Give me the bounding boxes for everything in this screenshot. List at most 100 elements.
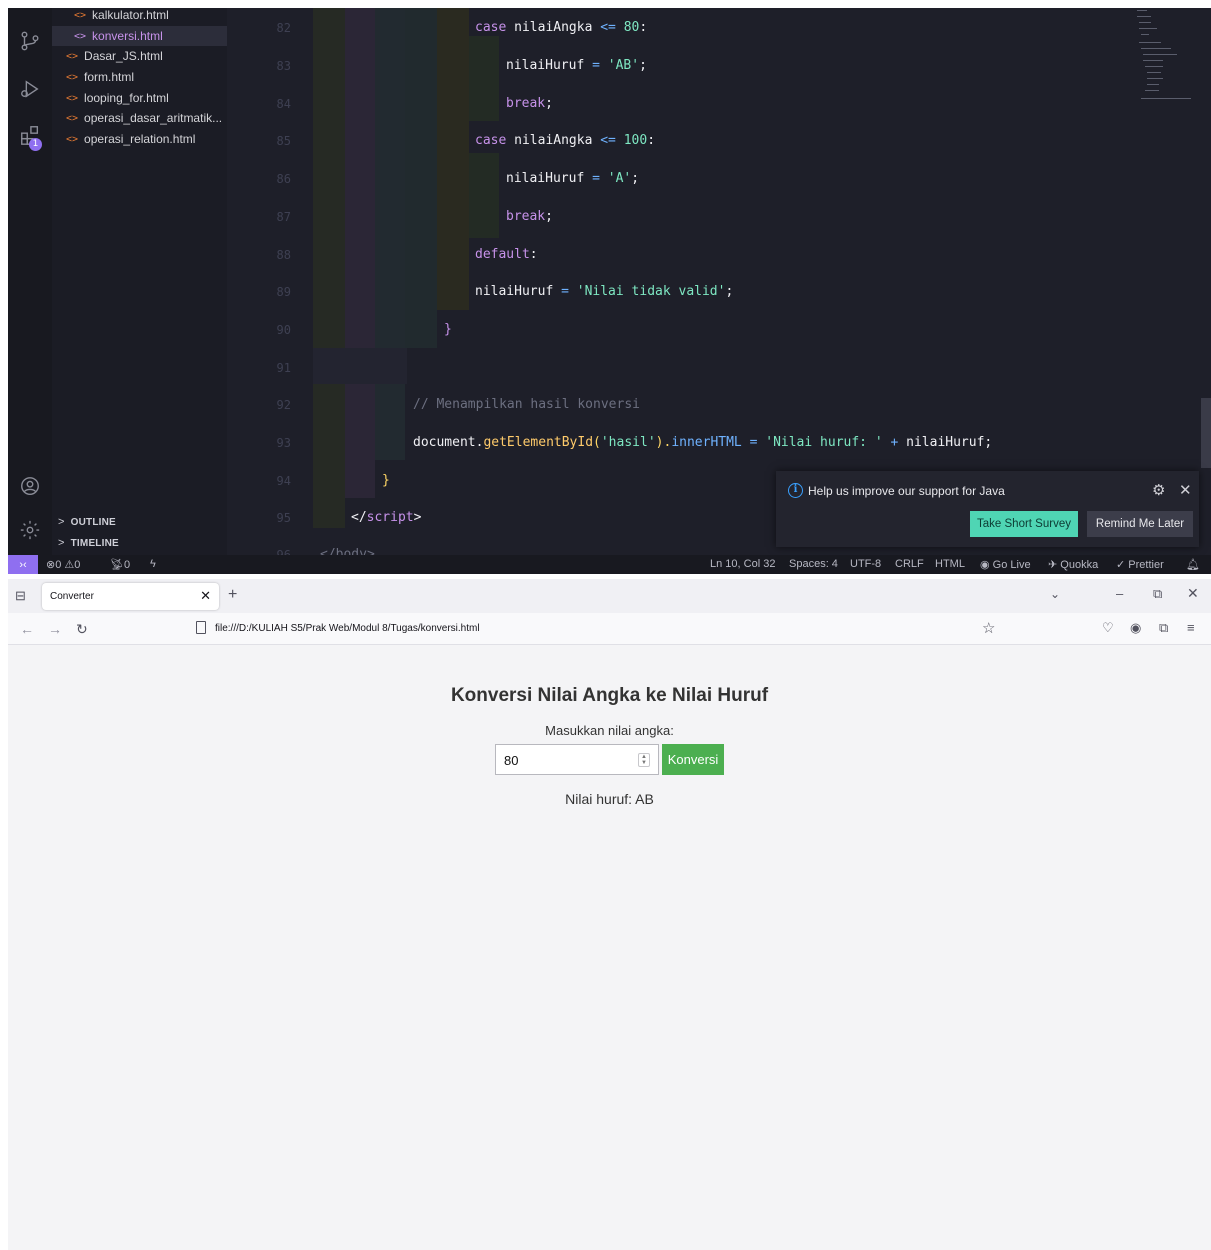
notifications-bell-icon[interactable]: 🔔︎ [1186, 558, 1200, 571]
code-token: : [647, 133, 656, 148]
go-live-button[interactable]: ◉ Go Live [980, 558, 1031, 571]
indentation-indicator[interactable]: Spaces: 4 [789, 558, 838, 570]
quokka-button[interactable]: ✈ Quokka [1048, 558, 1098, 571]
indent-guide [469, 153, 499, 238]
file-item-looping-for[interactable]: <> looping_for.html [52, 88, 227, 108]
file-label: operasi_dasar_aritmatik... [84, 111, 223, 125]
code-line-88: default: [475, 247, 538, 262]
code-line-92: // Menampilkan hasil konversi [413, 397, 640, 412]
input-value: 80 [504, 753, 519, 768]
close-icon[interactable]: ✕ [200, 588, 211, 604]
html-file-icon: <> [66, 112, 79, 124]
quokka-label: Quokka [1060, 559, 1099, 571]
pocket-icon[interactable]: ♡ [1102, 620, 1114, 636]
account-icon[interactable]: ◉ [1130, 620, 1141, 636]
string-token: 'Nilai tidak valid' [568, 284, 726, 299]
close-icon[interactable]: ✕ [1179, 481, 1192, 499]
tab-title: Converter [50, 591, 94, 602]
line-number: 86 [276, 172, 291, 186]
remote-indicator-icon[interactable]: ›‹ [8, 555, 38, 574]
convert-button[interactable]: Konversi [662, 744, 724, 775]
menu-hamburger-icon[interactable]: ≡ [1187, 620, 1195, 635]
broadcast-icon: ◉ [980, 559, 990, 571]
string-token: 'A' [599, 171, 632, 186]
activity-bar: 1 [8, 8, 52, 555]
back-arrow-icon[interactable]: ← [20, 621, 34, 637]
account-icon[interactable] [19, 475, 41, 497]
cursor-position[interactable]: Ln 10, Col 32 [710, 558, 775, 570]
code-line-93: document.getElementById('hasil').innerHT… [413, 435, 992, 450]
address-bar[interactable]: file:///D:/KULIAH S5/Prak Web/Modul 8/Tu… [188, 617, 1003, 641]
code-token: ; [639, 58, 647, 73]
gear-icon[interactable]: ⚙ [1152, 481, 1165, 499]
lightning-icon[interactable]: ϟ [150, 558, 156, 570]
settings-gear-icon[interactable] [19, 519, 41, 541]
code-line-94: } [382, 473, 390, 488]
timeline-section-header[interactable]: > TIMELINE [58, 537, 119, 549]
timeline-label: TIMELINE [70, 538, 119, 549]
source-control-icon[interactable] [19, 30, 41, 52]
indent-guide [469, 36, 499, 121]
extensions-icon[interactable]: ⧉ [1159, 620, 1168, 636]
line-number: 87 [276, 210, 291, 224]
problems-indicator[interactable]: ⊗0 ⚠0 [46, 558, 80, 571]
line-number: 82 [276, 21, 291, 35]
paren-token: ( [593, 435, 601, 450]
outline-section-header[interactable]: > OUTLINE [58, 516, 116, 528]
run-debug-icon[interactable] [19, 78, 41, 100]
number-spinner-icon[interactable]: ▲ ▼ [638, 753, 650, 767]
new-tab-button[interactable]: + [228, 586, 237, 604]
code-token: nilaiAngka [506, 133, 601, 148]
indent-guide [313, 384, 345, 498]
file-item-operasi-relation[interactable]: <> operasi_relation.html [52, 129, 227, 149]
minimap[interactable] [1135, 8, 1195, 118]
url-text[interactable]: file:///D:/KULIAH S5/Prak Web/Modul 8/Tu… [215, 623, 480, 634]
tab-list-icon[interactable]: ⊟ [15, 588, 26, 604]
line-number: 90 [276, 323, 291, 337]
operator-token: + [882, 435, 907, 450]
prettier-button[interactable]: ✓ Prettier [1116, 558, 1164, 571]
warning-count: 0 [74, 559, 81, 571]
java-survey-notification: i Help us improve our support for Java ⚙… [776, 471, 1199, 547]
bookmark-star-icon[interactable]: ☆ [982, 619, 995, 637]
indent-guide [375, 384, 405, 460]
file-item-konversi[interactable]: <> konversi.html [52, 26, 227, 46]
reload-icon[interactable]: ↻ [76, 621, 88, 638]
file-label: looping_for.html [84, 91, 169, 105]
file-label: konversi.html [92, 29, 163, 43]
minimize-button[interactable]: – [1116, 586, 1123, 601]
file-item-kalkulator[interactable]: <> kalkulator.html [52, 8, 227, 25]
window-close-button[interactable]: ✕ [1187, 585, 1199, 602]
tab-converter[interactable]: Converter ✕ [42, 583, 219, 610]
file-label: Dasar_JS.html [84, 49, 163, 63]
number-token: 100 [615, 133, 648, 148]
property-token: innerHTML [671, 435, 742, 450]
grade-number-input[interactable]: 80 ▲ ▼ [495, 744, 659, 775]
file-item-operasi-dasar[interactable]: <> operasi_dasar_aritmatik... [52, 108, 227, 128]
forward-arrow-icon[interactable]: → [48, 621, 62, 637]
ports-indicator[interactable]: 📡︎0 [110, 558, 130, 571]
code-token: document. [413, 435, 484, 450]
input-label: Masukkan nilai angka: [545, 723, 674, 738]
notification-message: Help us improve our support for Java [808, 484, 1005, 498]
code-line-85: case nilaiAngka <= 100: [475, 133, 655, 148]
line-number: 84 [276, 97, 291, 111]
encoding-indicator[interactable]: UTF-8 [850, 558, 881, 570]
take-survey-button[interactable]: Take Short Survey [970, 511, 1078, 537]
html-file-icon: <> [74, 30, 87, 42]
eol-indicator[interactable]: CRLF [895, 558, 924, 570]
code-line-89: nilaiHuruf = 'Nilai tidak valid'; [475, 284, 733, 299]
restore-button[interactable]: ⧉ [1153, 586, 1162, 602]
chevron-right-icon: > [58, 537, 65, 549]
indent-guide [313, 498, 345, 528]
line-number: 83 [276, 59, 291, 73]
language-mode[interactable]: HTML [935, 558, 965, 570]
code-editor[interactable]: 82 83 84 85 86 87 88 89 90 91 92 93 94 9… [227, 8, 1211, 555]
chevron-down-icon[interactable]: ⌄ [1050, 587, 1060, 601]
code-token: nilaiHuruf [506, 171, 593, 186]
remind-later-button[interactable]: Remind Me Later [1087, 511, 1193, 537]
file-item-form[interactable]: <> form.html [52, 67, 227, 87]
file-item-dasar-js[interactable]: <> Dasar_JS.html [52, 46, 227, 66]
operator-token: <= [600, 133, 616, 148]
editor-scrollbar[interactable] [1201, 398, 1211, 468]
